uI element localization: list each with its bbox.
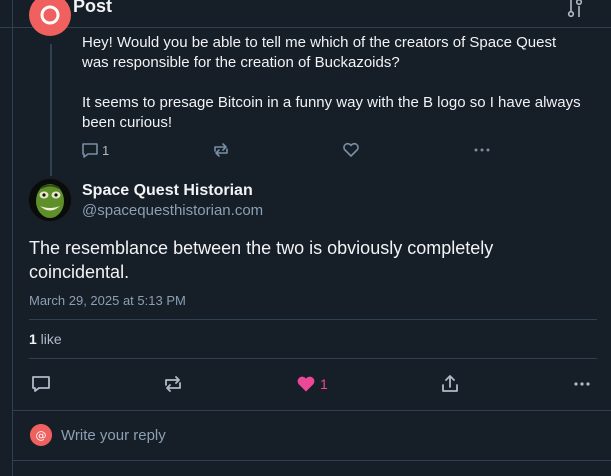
- divider: [12, 460, 611, 461]
- repost-button[interactable]: [163, 374, 183, 394]
- reply-button[interactable]: [31, 374, 51, 394]
- author-name[interactable]: Space Quest Historian: [82, 182, 253, 200]
- parent-post-paragraph: Hey! Would you be able to tell me which …: [82, 34, 557, 71]
- like-count: 1: [320, 376, 328, 392]
- author-avatar[interactable]: [29, 179, 71, 221]
- share-button[interactable]: [440, 374, 460, 394]
- like-button[interactable]: 1: [296, 374, 328, 394]
- reply-bubble-icon: [32, 376, 50, 392]
- more-dots-icon: [574, 382, 590, 386]
- sliders-icon[interactable]: [566, 0, 584, 18]
- repost-icon: [214, 143, 228, 157]
- page-header: Post: [0, 0, 611, 28]
- likes-count: 1: [29, 331, 37, 347]
- divider: [29, 358, 597, 359]
- alien-face-icon: [29, 179, 71, 221]
- post-text: The resemblance between the two is obvio…: [29, 238, 494, 282]
- parent-repost-button[interactable]: [212, 140, 230, 160]
- author-handle[interactable]: @spacequesthistorian.com: [82, 202, 263, 219]
- divider: [12, 410, 611, 411]
- more-dots-icon: [474, 148, 490, 152]
- share-icon: [442, 375, 458, 392]
- reply-user-avatar: @: [30, 424, 52, 446]
- more-options-button[interactable]: [572, 374, 592, 394]
- thread-line: [50, 44, 52, 176]
- parent-post-paragraph: It seems to presage Bitcoin in a funny w…: [82, 94, 581, 131]
- parent-post-text: Hey! Would you be able to tell me which …: [82, 33, 582, 133]
- parent-author-avatar[interactable]: [29, 0, 71, 46]
- heart-icon: [343, 142, 359, 157]
- likes-label: like: [36, 331, 62, 347]
- heart-filled-icon: [297, 376, 315, 392]
- post-timestamp: March 29, 2025 at 5:13 PM: [29, 293, 186, 308]
- parent-reply-count: 1: [102, 142, 110, 158]
- page-title: Post: [73, 0, 113, 16]
- svg-text:@: @: [36, 429, 47, 442]
- repost-icon: [165, 376, 181, 392]
- parent-reply-button[interactable]: 1: [81, 140, 109, 160]
- divider: [29, 319, 597, 320]
- likes-link[interactable]: 1 like: [29, 331, 62, 347]
- parent-like-button[interactable]: [342, 140, 360, 160]
- reply-input[interactable]: Write your reply: [61, 427, 166, 444]
- parent-more-button[interactable]: [472, 140, 492, 160]
- reply-bubble-icon: [82, 143, 98, 158]
